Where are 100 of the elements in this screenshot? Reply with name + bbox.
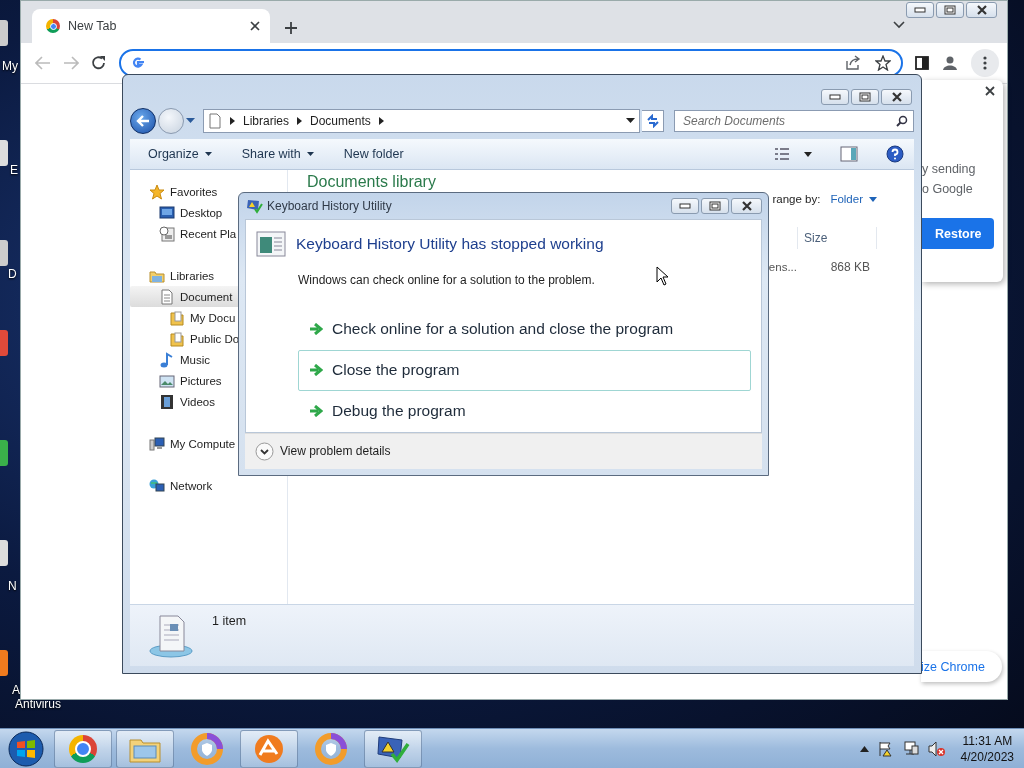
warning-monitor-icon	[247, 197, 263, 214]
arrow-icon	[309, 405, 323, 418]
close-icon[interactable]	[740, 200, 753, 211]
chevron-right-icon[interactable]	[230, 117, 235, 125]
command-link[interactable]: Close the program	[298, 349, 751, 391]
google-logo-icon	[131, 56, 145, 70]
taskbar-app[interactable]	[54, 729, 112, 768]
shield-ring-icon	[191, 732, 223, 765]
toolbar-button[interactable]: Organize	[148, 147, 212, 161]
show-hidden-icons-icon[interactable]	[859, 745, 869, 752]
recent-places-icon	[159, 225, 175, 242]
toolbar-button[interactable]: New folder	[343, 147, 404, 161]
circle-logo-icon	[253, 732, 285, 765]
breadcrumb-item[interactable]: Documents	[310, 114, 371, 128]
command-link[interactable]: Check online for a solution and close the program	[298, 308, 751, 350]
search-icon[interactable]	[896, 115, 908, 127]
preview-pane-icon[interactable]	[840, 146, 858, 162]
arrow-icon	[309, 323, 323, 336]
flag-icon[interactable]	[877, 740, 894, 757]
star-icon	[149, 183, 165, 200]
arrow-icon	[309, 364, 323, 377]
close-icon[interactable]	[975, 5, 988, 15]
maximize-icon[interactable]	[859, 92, 871, 102]
network-icon[interactable]	[902, 740, 919, 757]
table-cell: ens...	[768, 261, 797, 273]
minimize-icon[interactable]	[914, 7, 926, 13]
table-cell: 868 KB	[830, 260, 870, 274]
back-button[interactable]	[130, 108, 156, 134]
item-count: 1 item	[212, 614, 247, 628]
chevron-right-icon[interactable]	[378, 117, 384, 125]
dialog-message: Windows can check online for a solution to the problem.	[298, 272, 595, 287]
reload-icon[interactable]	[91, 55, 107, 71]
close-button[interactable]	[731, 197, 762, 214]
start-button[interactable]	[6, 730, 46, 767]
customize-chrome-button[interactable]: ize Chrome	[921, 651, 1002, 682]
desktop-icon-label: N	[8, 579, 17, 593]
close-button[interactable]	[966, 2, 997, 18]
view-list-icon[interactable]	[774, 147, 790, 161]
monitor-icon	[159, 204, 175, 221]
nav-item[interactable]: Network	[130, 475, 287, 496]
maximize-icon[interactable]	[944, 5, 956, 15]
search-field[interactable]: Search Documents	[674, 110, 914, 132]
document-icon	[208, 113, 222, 129]
dialog-heading: Keyboard History Utility has stopped working	[296, 234, 604, 253]
new-tab-icon[interactable]	[284, 21, 298, 35]
toolbar-button[interactable]: Share with	[241, 147, 314, 161]
warning-monitor-icon	[376, 733, 410, 764]
document-stack-icon	[148, 613, 194, 659]
arrange-label: range by:	[772, 193, 821, 205]
desktop-icon-label: E	[10, 163, 18, 177]
caret-icon[interactable]	[204, 152, 212, 156]
chevron-right-icon[interactable]	[297, 117, 303, 125]
close-button[interactable]	[881, 89, 912, 105]
window-title: Keyboard History Utility	[267, 198, 393, 213]
command-link[interactable]: Debug the program	[298, 390, 751, 432]
music-note-icon	[159, 351, 175, 368]
library-title: Documents library	[307, 173, 436, 191]
breadcrumb-item[interactable]: Libraries	[243, 114, 290, 128]
document-icon	[159, 288, 175, 305]
close-icon[interactable]	[985, 86, 995, 96]
column-header[interactable]: Size	[797, 227, 877, 249]
maximize-icon[interactable]	[709, 200, 721, 211]
card-text: y sending	[921, 161, 977, 178]
picture-icon	[159, 372, 175, 389]
chevron-down-icon[interactable]	[893, 21, 905, 29]
star-icon[interactable]	[875, 55, 891, 71]
minimize-button[interactable]	[821, 89, 849, 105]
browser-tab[interactable]: New Tab	[32, 9, 270, 43]
arrange-dropdown[interactable]: Folder	[830, 193, 877, 205]
minimize-button[interactable]	[671, 197, 699, 214]
clock[interactable]: 11:31 AM 4/20/2023	[960, 732, 1014, 765]
desktop-icon-label: D	[8, 267, 17, 281]
caret-icon[interactable]	[804, 151, 812, 157]
details-toggle[interactable]: View problem details	[280, 444, 391, 459]
desktop-icon-label: My	[2, 59, 18, 73]
caret-icon[interactable]	[306, 152, 314, 156]
profile-icon[interactable]	[941, 54, 959, 72]
shield-ring-icon	[315, 732, 347, 765]
computer-icon	[149, 435, 165, 452]
close-icon[interactable]	[890, 92, 903, 102]
share-icon[interactable]	[845, 55, 861, 71]
folder-icon	[169, 309, 185, 326]
chrome-logo-icon	[69, 734, 97, 763]
restore-button[interactable]: Restore	[921, 218, 994, 249]
close-icon[interactable]	[250, 21, 260, 31]
caret-icon[interactable]	[626, 118, 635, 124]
minimize-icon[interactable]	[679, 202, 691, 209]
desktop-icon-label: A	[12, 683, 20, 697]
folder-icon	[169, 330, 185, 347]
minimize-icon[interactable]	[829, 94, 841, 100]
help-icon[interactable]	[886, 145, 904, 163]
volume-muted-icon[interactable]	[927, 740, 946, 757]
side-panel-icon[interactable]	[915, 56, 929, 70]
desktop-icon-label: Antivirus	[15, 697, 61, 711]
card-text: o Google	[921, 181, 974, 198]
more-dots-icon[interactable]	[983, 56, 987, 70]
film-icon	[159, 393, 175, 410]
expand-chevron-icon[interactable]	[255, 441, 274, 461]
taskbar-app[interactable]	[364, 729, 422, 768]
address-bar[interactable]: Libraries Documents	[203, 109, 640, 133]
